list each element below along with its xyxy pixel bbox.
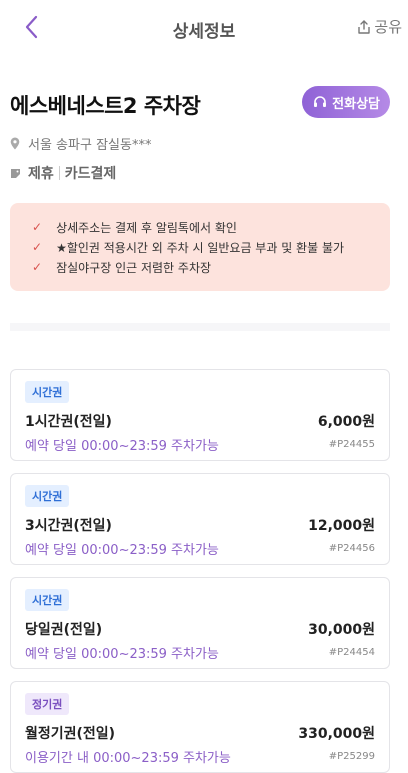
product-desc: 예약 당일 00:00~23:59 주차가능 bbox=[25, 543, 219, 558]
share-button[interactable]: 공유 bbox=[356, 16, 402, 37]
tag-row: 제휴 카드결제 bbox=[10, 163, 408, 183]
product-desc: 예약 당일 00:00~23:59 주차가능 bbox=[25, 647, 219, 662]
notice-item: ✓ 상세주소는 결제 후 알림톡에서 확인 bbox=[32, 217, 390, 237]
product-badge: 시간권 bbox=[25, 589, 70, 611]
product-badge: 시간권 bbox=[25, 485, 70, 507]
notice-box: ✓ 상세주소는 결제 후 알림톡에서 확인 ✓ ★할인권 적용시간 외 주차 시… bbox=[10, 203, 390, 291]
notice-item: ✓ ★할인권 적용시간 외 주차 시 일반요금 부과 및 환불 불가 bbox=[32, 237, 390, 257]
check-icon: ✓ bbox=[32, 260, 43, 274]
section-divider bbox=[10, 323, 390, 331]
share-icon bbox=[358, 19, 371, 34]
product-info-row: 예약 당일 00:00~23:59 주차가능 #P24456 bbox=[25, 539, 375, 558]
address-text: 서울 송파구 잠실동*** bbox=[28, 138, 152, 153]
product-name: 1시간권(전일) bbox=[25, 414, 112, 430]
place-title-row: 에스베네스트2 주차장 전화상담 bbox=[0, 86, 408, 122]
page-title: 상세정보 bbox=[172, 22, 236, 42]
product-card[interactable]: 정기권 월정기권(전일) 330,000원 이용기간 내 00:00~23:59… bbox=[10, 681, 390, 773]
product-title-row: 당일권(전일) 30,000원 bbox=[25, 619, 375, 639]
tag-partner: 제휴 bbox=[28, 166, 54, 182]
call-consult-button[interactable]: 전화상담 bbox=[302, 86, 390, 118]
product-name: 3시간권(전일) bbox=[25, 518, 112, 534]
check-icon: ✓ bbox=[32, 240, 43, 254]
tag-divider bbox=[58, 166, 60, 180]
product-desc: 예약 당일 00:00~23:59 주차가능 bbox=[25, 439, 219, 454]
product-info-row: 예약 당일 00:00~23:59 주차가능 #P24454 bbox=[25, 643, 375, 662]
tag-card-payment: 카드결제 bbox=[64, 166, 117, 182]
notice-text: 상세주소는 결제 후 알림톡에서 확인 bbox=[56, 220, 237, 235]
product-code: #P24454 bbox=[328, 647, 375, 658]
address-row: 서울 송파구 잠실동*** bbox=[10, 134, 408, 153]
product-name: 당일권(전일) bbox=[25, 622, 103, 638]
top-bar: 상세정보 공유 bbox=[0, 0, 408, 56]
tag-icon bbox=[11, 168, 20, 178]
product-title-row: 3시간권(전일) 12,000원 bbox=[25, 515, 375, 535]
notice-text: ★할인권 적용시간 외 주차 시 일반요금 부과 및 환불 불가 bbox=[56, 240, 345, 255]
headset-icon bbox=[314, 96, 327, 107]
product-info-row: 예약 당일 00:00~23:59 주차가능 #P24455 bbox=[25, 435, 375, 454]
place-name: 에스베네스트2 주차장 bbox=[10, 94, 201, 118]
check-icon: ✓ bbox=[32, 220, 43, 234]
product-price: 330,000원 bbox=[298, 726, 375, 742]
notice-item: ✓ 잠실야구장 인근 저렴한 주차장 bbox=[32, 257, 390, 277]
product-desc: 이용기간 내 00:00~23:59 주차가능 bbox=[25, 751, 231, 766]
product-badge: 정기권 bbox=[25, 693, 70, 715]
product-card[interactable]: 시간권 당일권(전일) 30,000원 예약 당일 00:00~23:59 주차… bbox=[10, 577, 390, 669]
product-card[interactable]: 시간권 1시간권(전일) 6,000원 예약 당일 00:00~23:59 주차… bbox=[10, 369, 390, 461]
product-info-row: 이용기간 내 00:00~23:59 주차가능 #P25299 bbox=[25, 747, 375, 766]
product-price: 6,000원 bbox=[317, 414, 375, 430]
product-card[interactable]: 시간권 3시간권(전일) 12,000원 예약 당일 00:00~23:59 주… bbox=[10, 473, 390, 565]
product-code: #P25299 bbox=[328, 751, 375, 762]
product-title-row: 월정기권(전일) 330,000원 bbox=[25, 723, 375, 743]
product-code: #P24455 bbox=[328, 439, 375, 450]
product-badge: 시간권 bbox=[25, 381, 70, 403]
product-price: 30,000원 bbox=[308, 622, 375, 638]
notice-text: 잠실야구장 인근 저렴한 주차장 bbox=[56, 260, 212, 275]
location-pin-icon bbox=[10, 137, 20, 150]
product-name: 월정기권(전일) bbox=[25, 726, 116, 742]
product-title-row: 1시간권(전일) 6,000원 bbox=[25, 411, 375, 431]
product-code: #P24456 bbox=[328, 543, 375, 554]
share-label: 공유 bbox=[374, 18, 402, 36]
call-consult-label: 전화상담 bbox=[332, 96, 380, 112]
product-list: 시간권 1시간권(전일) 6,000원 예약 당일 00:00~23:59 주차… bbox=[10, 369, 390, 773]
product-price: 12,000원 bbox=[308, 518, 375, 534]
